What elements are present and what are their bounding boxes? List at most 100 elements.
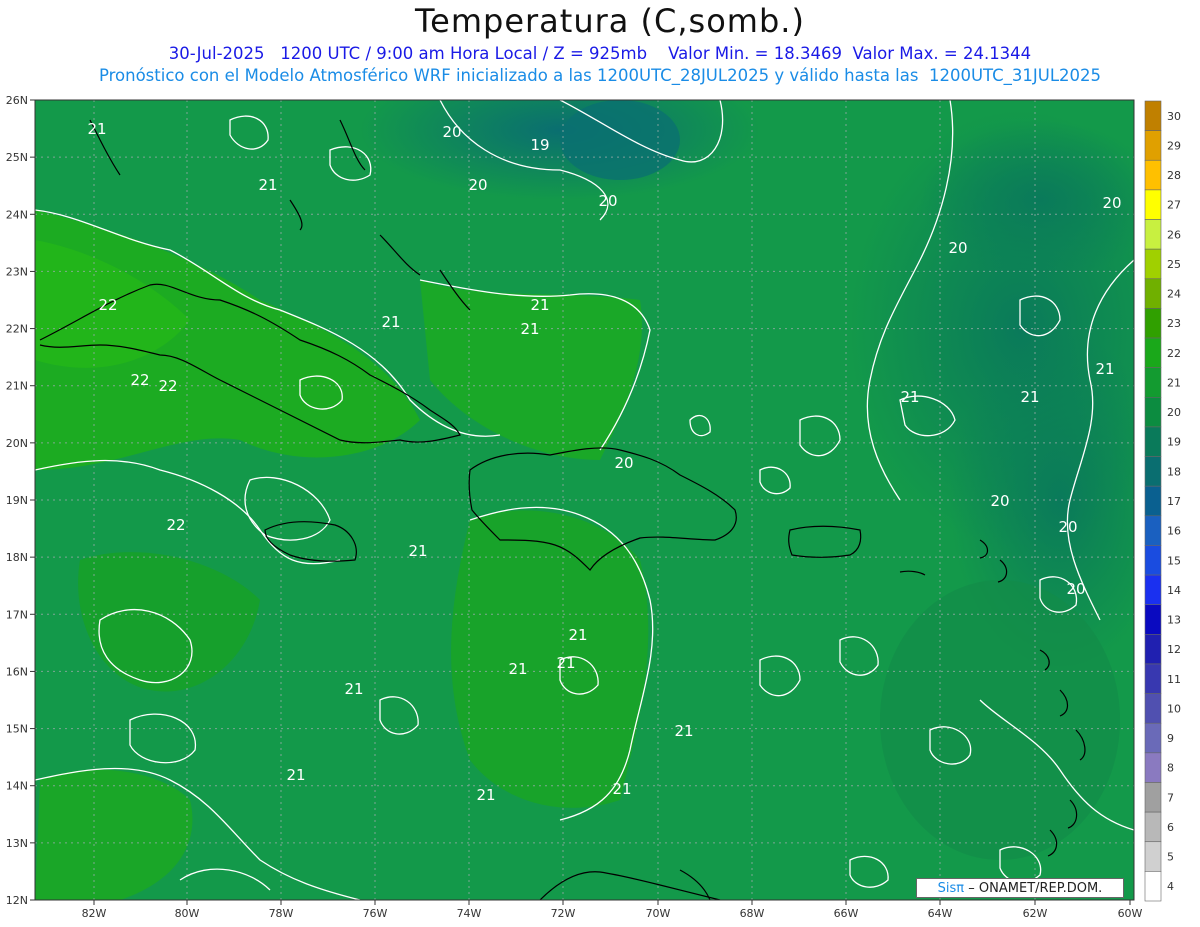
lat-tick-label: 22N bbox=[6, 323, 28, 336]
colorbar-swatch bbox=[1144, 752, 1162, 783]
colorbar-label: 18 bbox=[1167, 465, 1181, 478]
lat-tick-label: 13N bbox=[6, 837, 28, 850]
contour-label: 20 bbox=[948, 239, 967, 257]
colorbar-label: 9 bbox=[1167, 732, 1174, 745]
sispi-logo: Sisπ bbox=[937, 881, 965, 896]
contour-label: 21 bbox=[1095, 360, 1114, 378]
colorbar-swatch bbox=[1144, 189, 1162, 220]
contour-label: 21 bbox=[520, 320, 539, 338]
lon-tick-label: 70W bbox=[646, 907, 671, 920]
lat-tick-label: 24N bbox=[6, 208, 28, 221]
contour-label: 21 bbox=[612, 780, 631, 798]
colorbar-label: 12 bbox=[1167, 643, 1181, 656]
lat-tick-label: 18N bbox=[6, 551, 28, 564]
lat-tick-label: 20N bbox=[6, 437, 28, 450]
colorbar-label: 6 bbox=[1167, 821, 1174, 834]
colorbar-swatch bbox=[1144, 130, 1162, 161]
colorbar-swatch bbox=[1144, 574, 1162, 606]
colorbar-label: 30 bbox=[1167, 110, 1181, 123]
contour-label: 21 bbox=[674, 722, 693, 740]
longitude-axis: 82W 80W 78W 76W 74W 72W 70W 68W 66W 64W 62W 60W bbox=[82, 900, 1143, 920]
colorbar-label: 5 bbox=[1167, 851, 1174, 864]
contour-label: 22 bbox=[98, 296, 117, 314]
lat-tick-label: 15N bbox=[6, 723, 28, 736]
colorbar-swatch bbox=[1144, 337, 1162, 368]
contour-label: 21 bbox=[258, 176, 277, 194]
contour-label: 21 bbox=[508, 660, 527, 678]
colorbar-swatch bbox=[1144, 634, 1162, 665]
colorbar-swatch bbox=[1144, 782, 1162, 813]
contour-label: 21 bbox=[286, 766, 305, 784]
latitude-axis: 26N 25N 24N 23N 22N 21N 20N 19N 18N 17N 16N 15N 14N 1… bbox=[6, 94, 35, 907]
colorbar-swatch bbox=[1144, 485, 1162, 517]
colorbar-label: 7 bbox=[1167, 791, 1174, 804]
contour-label: 20 bbox=[1066, 580, 1085, 598]
contour-label: 19 bbox=[530, 136, 549, 154]
colorbar-swatch bbox=[1144, 545, 1162, 576]
contour-label: 21 bbox=[900, 388, 919, 406]
colorbar-label: 14 bbox=[1167, 584, 1181, 597]
contour-label: 21 bbox=[381, 313, 400, 331]
colorbar-label: 13 bbox=[1167, 614, 1181, 627]
contour-label: 20 bbox=[468, 176, 487, 194]
lat-tick-label: 12N bbox=[6, 894, 28, 907]
lon-tick-label: 78W bbox=[269, 907, 294, 920]
lon-tick-label: 66W bbox=[834, 907, 859, 920]
lon-tick-label: 68W bbox=[740, 907, 765, 920]
colorbar-swatch bbox=[1144, 515, 1162, 546]
colorbar-label: 20 bbox=[1167, 406, 1181, 419]
lon-tick-label: 62W bbox=[1023, 907, 1048, 920]
map-field bbox=[35, 100, 1134, 900]
lon-tick-label: 76W bbox=[363, 907, 388, 920]
colorbar: 30 29 28 27 26 25 24 23 22 21 20 19 18 17 16 15 14 13 12 11… bbox=[1144, 100, 1181, 902]
lon-tick-label: 60W bbox=[1118, 907, 1143, 920]
contour-label: 20 bbox=[614, 454, 633, 472]
colorbar-label: 16 bbox=[1167, 525, 1181, 538]
colorbar-swatch bbox=[1144, 248, 1162, 280]
colorbar-swatch bbox=[1144, 100, 1162, 131]
lat-tick-label: 19N bbox=[6, 494, 28, 507]
temperature-map: 21 20 19 20 20 20 20 21 21 21 22 22 22 22 21 21 21 20 20 20… bbox=[6, 94, 1181, 920]
colorbar-label: 4 bbox=[1167, 880, 1174, 893]
contour-label: 22 bbox=[130, 371, 149, 389]
colorbar-swatch bbox=[1144, 722, 1162, 754]
colorbar-label: 28 bbox=[1167, 169, 1181, 182]
colorbar-swatch bbox=[1144, 663, 1162, 694]
contour-label: 20 bbox=[598, 192, 617, 210]
colorbar-swatch bbox=[1144, 278, 1162, 309]
lon-tick-label: 80W bbox=[175, 907, 200, 920]
colorbar-label: 29 bbox=[1167, 139, 1181, 152]
colorbar-swatch bbox=[1144, 841, 1162, 872]
contour-label: 21 bbox=[530, 296, 549, 314]
lat-tick-label: 23N bbox=[6, 265, 28, 278]
colorbar-swatch bbox=[1144, 426, 1162, 457]
colorbar-label: 21 bbox=[1167, 376, 1181, 389]
colorbar-swatch bbox=[1144, 456, 1162, 487]
contour-label: 20 bbox=[990, 492, 1009, 510]
colorbar-label: 22 bbox=[1167, 347, 1181, 360]
contour-label: 22 bbox=[166, 516, 185, 534]
lat-tick-label: 14N bbox=[6, 780, 28, 793]
colorbar-swatch bbox=[1144, 871, 1162, 902]
colorbar-label: 25 bbox=[1167, 258, 1181, 271]
colorbar-label: 24 bbox=[1167, 288, 1181, 301]
credit-text: – ONAMET/REP.DOM. bbox=[968, 881, 1103, 896]
colorbar-label: 8 bbox=[1167, 762, 1174, 775]
contour-label: 21 bbox=[476, 786, 495, 804]
lat-tick-label: 16N bbox=[6, 665, 28, 678]
lon-tick-label: 64W bbox=[928, 907, 953, 920]
lat-tick-label: 17N bbox=[6, 608, 28, 621]
colorbar-swatch bbox=[1144, 693, 1162, 724]
colorbar-swatch bbox=[1144, 367, 1162, 398]
colorbar-label: 10 bbox=[1167, 702, 1181, 715]
credit-box: Sisπ – ONAMET/REP.DOM. bbox=[916, 878, 1124, 898]
colorbar-label: 23 bbox=[1167, 317, 1181, 330]
colorbar-swatch bbox=[1144, 604, 1162, 635]
colorbar-label: 15 bbox=[1167, 554, 1181, 567]
colorbar-swatch bbox=[1144, 159, 1162, 191]
contour-label: 21 bbox=[556, 654, 575, 672]
colorbar-swatch bbox=[1144, 811, 1162, 843]
colorbar-label: 17 bbox=[1167, 495, 1181, 508]
lon-tick-label: 82W bbox=[82, 907, 107, 920]
lon-tick-label: 72W bbox=[551, 907, 576, 920]
